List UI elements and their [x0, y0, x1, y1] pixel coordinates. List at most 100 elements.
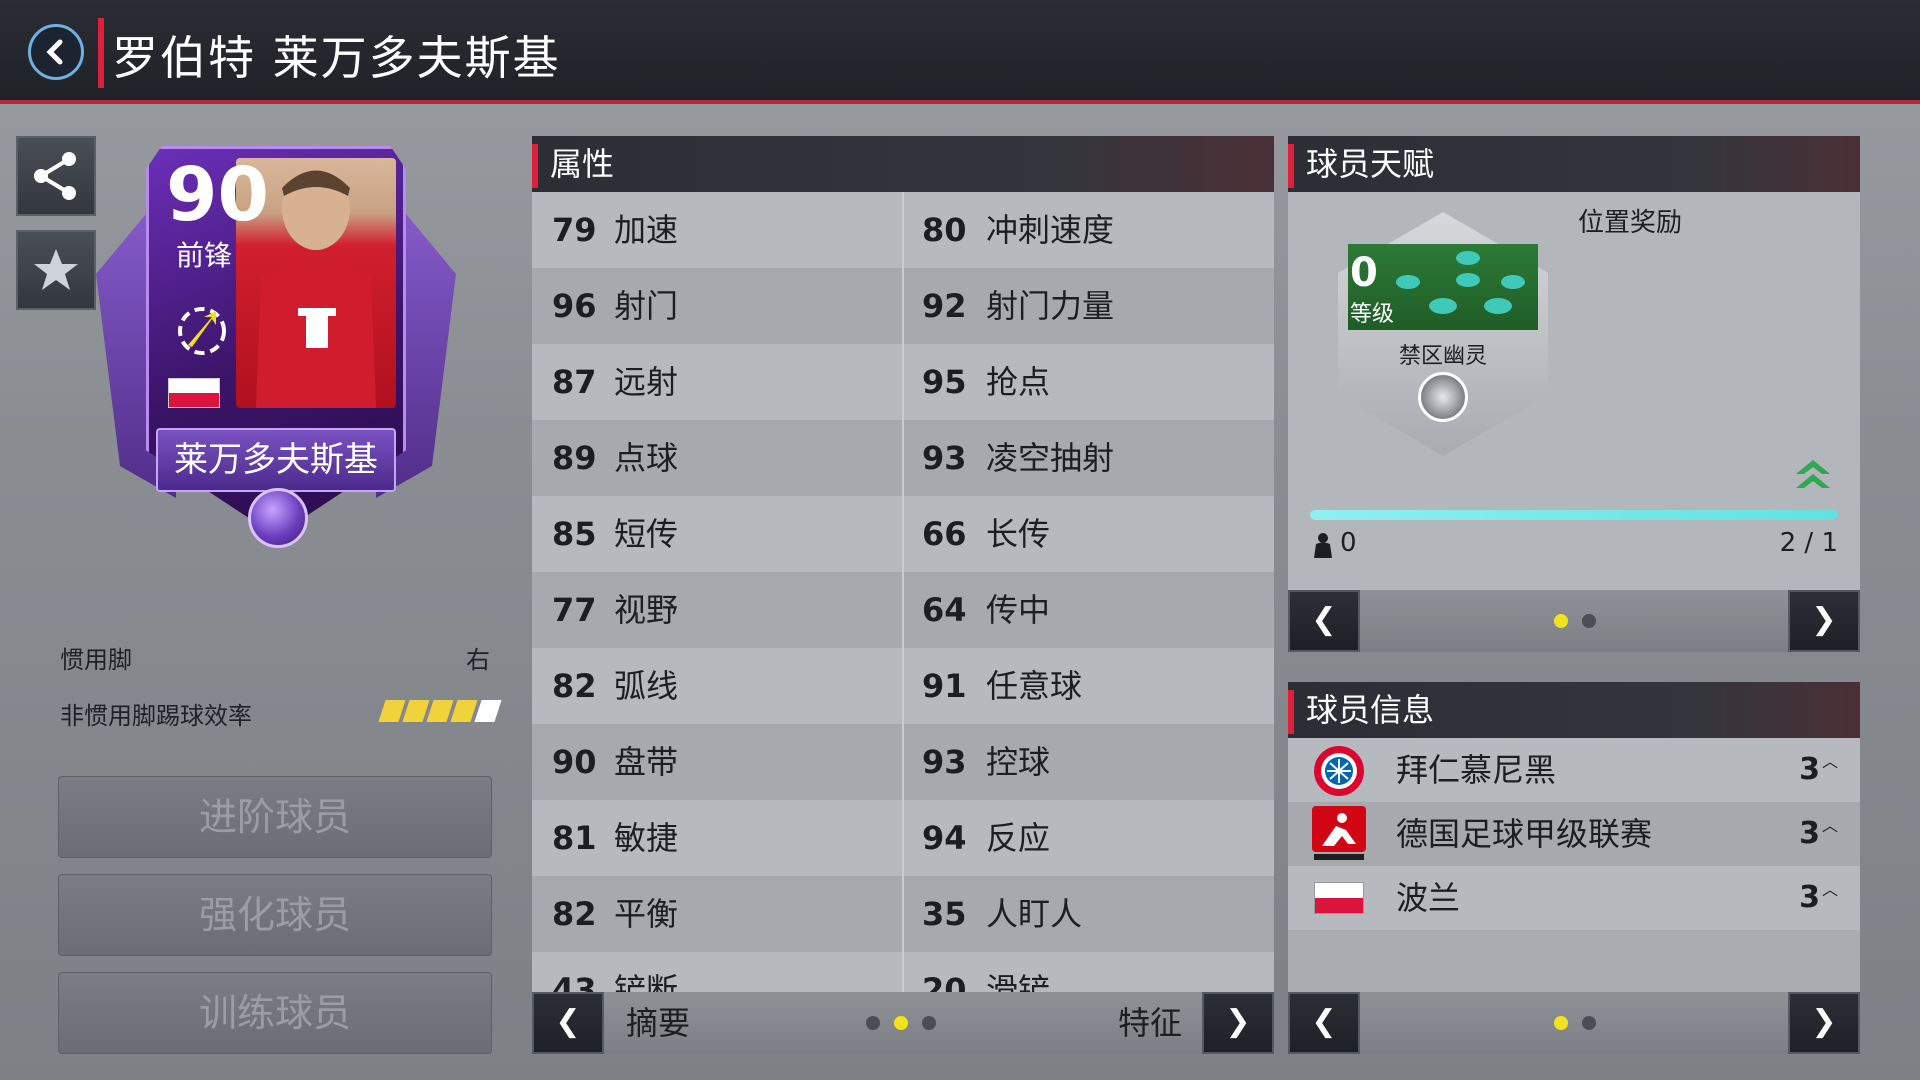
top-header: 罗伯特 莱万多夫斯基 [0, 0, 1920, 104]
attribute-name: 长传 [986, 515, 1051, 553]
talent-level-value: 0 [1350, 250, 1378, 296]
weak-foot-star [378, 700, 406, 722]
attribute-name: 远射 [614, 363, 679, 401]
attribute-value: 66 [922, 515, 967, 553]
star-icon [34, 249, 78, 290]
league-logo-icon [1312, 806, 1366, 860]
attributes-panel: 属性 79 加速 80 冲刺速度 96 射门 92 射门力量 87 远射 95 … [532, 136, 1274, 1054]
attribute-value: 89 [552, 439, 597, 477]
nation-count: 3 [1799, 880, 1820, 915]
attributes-prev-label[interactable]: 摘要 [626, 992, 690, 1054]
nation-name: 波兰 [1396, 879, 1461, 917]
attribute-name: 反应 [986, 819, 1051, 857]
attribute-name: 点球 [614, 439, 679, 477]
attribute-value: 82 [552, 895, 597, 933]
attribute-value: 94 [922, 819, 967, 857]
preferred-foot-label: 惯用脚 [60, 646, 132, 674]
page-dot [922, 1016, 936, 1030]
attribute-value: 90 [552, 743, 597, 781]
attribute-value: 77 [552, 591, 597, 629]
train-player-button[interactable]: 训练球员 [58, 972, 492, 1054]
talent-title: 球员天赋 [1288, 136, 1860, 192]
attribute-name: 射门力量 [986, 287, 1115, 325]
attribute-name: 弧线 [614, 667, 679, 705]
attribute-value: 93 [922, 743, 967, 781]
attribute-name: 视野 [614, 591, 679, 629]
title-accent-bar [98, 18, 104, 88]
talent-next-button[interactable]: ❯ [1788, 590, 1860, 652]
attributes-next-button[interactable]: ❯ [1202, 992, 1274, 1054]
attribute-name: 短传 [614, 515, 679, 553]
attribute-value: 93 [922, 439, 967, 477]
attributes-prev-button[interactable]: ❮ [532, 992, 604, 1054]
player-figure-icon [1314, 533, 1332, 558]
attribute-name: 凌空抽射 [986, 439, 1115, 477]
favorite-button[interactable] [16, 230, 96, 310]
weak-foot-label: 非惯用脚踢球效率 [60, 702, 252, 730]
column-divider [902, 192, 904, 995]
talent-skill-name: 禁区幽灵 [1398, 344, 1487, 369]
attribute-value: 64 [922, 591, 967, 629]
attribute-value: 91 [922, 667, 967, 705]
attribute-name: 抢点 [986, 363, 1051, 401]
info-title: 球员信息 [1288, 682, 1860, 738]
attribute-name: 平衡 [614, 895, 679, 933]
attribute-value: 20 [922, 971, 967, 995]
info-row-nation[interactable]: 波兰 3 ︿ [1288, 866, 1860, 930]
attribute-value: 79 [552, 211, 597, 249]
weak-foot-star [450, 700, 478, 722]
attribute-name: 控球 [986, 743, 1051, 781]
weak-foot-star [402, 700, 430, 722]
attributes-nav-bar: ❮ 摘要 特征 ❯ [532, 992, 1274, 1054]
upgrade-arrow-icon [1796, 460, 1830, 488]
attribute-name: 冲刺速度 [986, 211, 1115, 249]
info-row-club[interactable]: 拜仁慕尼黑 3 ︿ [1288, 738, 1860, 802]
attribute-value: 80 [922, 211, 967, 249]
info-next-button[interactable]: ❯ [1788, 992, 1860, 1054]
share-icon [34, 152, 76, 200]
enhance-player-button[interactable]: 强化球员 [58, 874, 492, 956]
page-dot [1582, 614, 1596, 628]
attribute-name: 任意球 [986, 667, 1083, 705]
card-rating: 90 [166, 152, 269, 238]
attribute-value: 87 [552, 363, 597, 401]
card-player-name: 莱万多夫斯基 [156, 428, 396, 492]
program-badge-icon [174, 303, 230, 359]
attribute-name: 滑铲 [986, 971, 1051, 995]
talent-progress-bar [1310, 510, 1838, 520]
player-card[interactable]: 90 前锋 莱万多夫斯基 [96, 138, 456, 558]
page-dot-active [1554, 614, 1568, 628]
club-crest-icon [1314, 746, 1364, 796]
upgrade-player-button[interactable]: 进阶球员 [58, 776, 492, 858]
info-nav-bar: ❮ ❯ [1288, 992, 1860, 1054]
talent-count: 0 [1340, 528, 1357, 558]
attributes-next-label[interactable]: 特征 [1118, 992, 1182, 1054]
back-button[interactable] [28, 24, 84, 80]
club-count: 3 [1799, 752, 1820, 787]
attribute-name: 敏捷 [614, 819, 679, 857]
nation-flag [168, 378, 220, 408]
attributes-list[interactable]: 79 加速 80 冲刺速度 96 射门 92 射门力量 87 远射 95 抢点 … [532, 192, 1274, 995]
preferred-foot-value: 右 [466, 646, 490, 674]
attribute-value: 81 [552, 819, 597, 857]
attribute-name: 射门 [614, 287, 679, 325]
club-name: 拜仁慕尼黑 [1396, 751, 1557, 789]
attribute-value: 92 [922, 287, 967, 325]
info-row-league[interactable]: 德国足球甲级联赛 3 ︿ [1288, 802, 1860, 866]
talent-prev-button[interactable]: ❮ [1288, 590, 1360, 652]
attribute-value: 85 [552, 515, 597, 553]
talent-level-label: 等级 [1350, 302, 1395, 327]
share-button[interactable] [16, 136, 96, 216]
page-title: 罗伯特 莱万多夫斯基 [112, 31, 561, 85]
attribute-value: 96 [552, 287, 597, 325]
league-name: 德国足球甲级联赛 [1396, 815, 1653, 853]
weak-foot-rating [378, 700, 502, 722]
talent-panel: 球员天赋 位置奖励 0 等级 禁区幽灵 0 2 / 1 ❮ ❯ [1288, 136, 1860, 652]
attribute-name: 铲断 [614, 971, 679, 995]
info-prev-button[interactable]: ❮ [1288, 992, 1360, 1054]
attribute-name: 加速 [614, 211, 679, 249]
attribute-value: 35 [922, 895, 967, 933]
preferred-foot-row: 惯用脚 右 [60, 640, 490, 675]
league-count: 3 [1799, 816, 1820, 851]
attribute-value: 82 [552, 667, 597, 705]
